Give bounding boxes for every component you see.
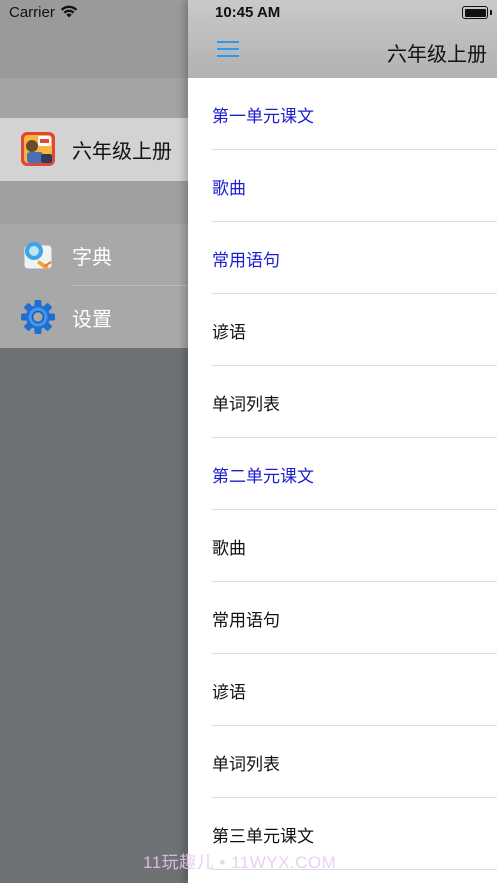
list-item-label: 谚语 [212,322,246,343]
page-title: 六年级上册 [387,42,487,66]
list-item[interactable]: 谚语 [188,294,497,366]
list-item[interactable]: 常用语句 [188,222,497,294]
list-item-label: 常用语句 [212,610,280,631]
list-item[interactable]: 第二单元课文 [188,438,497,510]
list-item-label: 歌曲 [212,538,246,559]
list-item[interactable]: 第一单元课文 [188,78,497,150]
book-cover-icon [21,132,55,166]
list-separator [212,869,497,870]
list-item-label: 谚语 [212,682,246,703]
battery-tip [490,10,492,15]
list-item-label: 第二单元课文 [212,466,314,487]
drawer-spacer [0,78,188,118]
hamburger-menu-icon[interactable] [217,40,239,58]
list-item[interactable]: 歌曲 [188,150,497,222]
drawer-item-book[interactable]: 六年级上册 [0,118,188,181]
list-item[interactable]: 单词列表 [188,726,497,798]
content-panel: 10:45 AM 六年级上册 第一单元课文 歌曲 常用语句 谚语 单词列表 第二… [188,0,497,883]
list-item[interactable]: 谚语 [188,654,497,726]
status-bar-left: Carrier [0,0,188,78]
list-item-label: 第一单元课文 [212,106,314,127]
drawer-item-settings-label: 设置 [72,306,112,331]
list-item-label: 单词列表 [212,754,280,775]
list-item[interactable]: 歌曲 [188,510,497,582]
battery-icon [462,6,488,19]
gear-icon [21,300,55,334]
drawer-item-settings[interactable]: 设置 [0,286,188,348]
drawer-spacer [0,181,188,224]
status-time: 10:45 AM [215,4,281,21]
side-drawer: Carrier 六年级上册 字典 设置 [0,0,188,883]
list-item-label: 歌曲 [212,178,246,199]
list-item[interactable]: 单词列表 [188,366,497,438]
lesson-list: 第一单元课文 歌曲 常用语句 谚语 单词列表 第二单元课文 歌曲 常用语句 谚语… [188,78,497,870]
wifi-icon [60,5,78,18]
list-item-label: 单词列表 [212,394,280,415]
drawer-menu: 字典 设置 [0,224,188,348]
dictionary-icon [23,242,53,270]
list-item[interactable]: 常用语句 [188,582,497,654]
list-item-label: 第三单元课文 [212,826,314,847]
drawer-item-dictionary[interactable]: 字典 [0,224,188,286]
drawer-item-book-label: 六年级上册 [72,139,172,163]
navigation-bar: 10:45 AM 六年级上册 [188,0,497,78]
carrier-label: Carrier [9,4,55,21]
drawer-item-dictionary-label: 字典 [72,244,112,269]
list-item[interactable]: 第三单元课文 [188,798,497,870]
list-item-label: 常用语句 [212,250,280,271]
